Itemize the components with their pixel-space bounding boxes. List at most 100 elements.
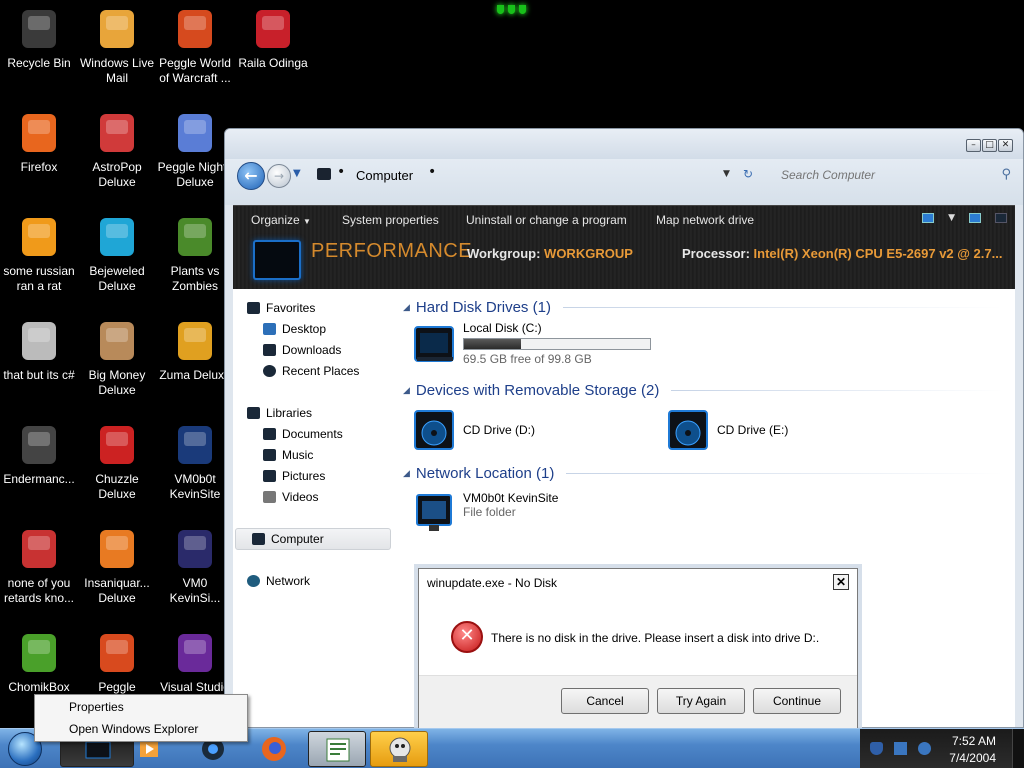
- desktop-icon-item[interactable]: Recycle Bin: [0, 6, 78, 71]
- documents-icon: [263, 428, 276, 440]
- nav-pictures[interactable]: Pictures: [263, 469, 325, 483]
- nav-favorites[interactable]: Favorites: [247, 301, 315, 315]
- window-caption[interactable]: [225, 129, 1023, 159]
- clock-date[interactable]: 7/4/2004: [946, 751, 996, 765]
- desktop-icon-item[interactable]: Insaniquar... Deluxe: [78, 526, 156, 606]
- firefox-icon[interactable]: [258, 731, 290, 767]
- nav-recent-places[interactable]: Recent Places: [263, 364, 359, 378]
- desktop-icon-item[interactable]: Visual Studio: [156, 630, 234, 695]
- show-desktop-button[interactable]: [1012, 729, 1024, 768]
- desktop-icon-item[interactable]: AstroPop Deluxe: [78, 110, 156, 190]
- desktop-icon: [263, 323, 276, 335]
- uninstall-program-button[interactable]: Uninstall or change a program: [466, 213, 627, 227]
- breadcrumb-separator-icon[interactable]: •: [428, 164, 436, 180]
- chevron-down-icon[interactable]: ▼: [948, 213, 955, 223]
- computer-icon: [252, 533, 265, 545]
- desktop-icon-label: Recycle Bin: [7, 56, 71, 70]
- desktop-icon-item[interactable]: Big Money Deluxe: [78, 318, 156, 398]
- change-view-icon[interactable]: [922, 213, 935, 223]
- clock-time[interactable]: 7:52 AM: [946, 734, 996, 748]
- peggle-nights-icon: [172, 110, 218, 156]
- desktop-icon-item[interactable]: that but its c#: [0, 318, 78, 383]
- minimize-icon[interactable]: –: [966, 139, 981, 152]
- nav-libraries[interactable]: Libraries: [247, 406, 312, 420]
- menu-item-properties[interactable]: Properties: [69, 700, 124, 714]
- nav-desktop[interactable]: Desktop: [263, 322, 326, 336]
- drive-local-disk-c[interactable]: Local Disk (C:) 69.5 GB free of 99.8 GB: [411, 321, 651, 367]
- desktop-icon-item[interactable]: Bejeweled Deluxe: [78, 214, 156, 294]
- security-shield-icon[interactable]: [870, 742, 883, 755]
- desktop-icon-item[interactable]: Plants vs Zombies: [156, 214, 234, 294]
- nav-label: Network: [266, 574, 311, 588]
- nav-documents[interactable]: Documents: [263, 427, 343, 441]
- menu-item-open-explorer[interactable]: Open Windows Explorer: [69, 722, 198, 736]
- search-icon[interactable]: ⚲: [1001, 167, 1011, 182]
- cancel-button[interactable]: Cancel: [561, 688, 649, 714]
- desktop-icon-item[interactable]: Endermanc...: [0, 422, 78, 487]
- nav-music[interactable]: Music: [263, 448, 313, 462]
- monitor-icon[interactable]: [894, 742, 907, 755]
- group-hard-disk-drives[interactable]: ◢ Hard Disk Drives (1): [403, 299, 1003, 316]
- nav-videos[interactable]: Videos: [263, 490, 318, 504]
- refresh-icon[interactable]: ↻: [743, 167, 753, 181]
- breadcrumb-computer[interactable]: Computer: [356, 168, 413, 183]
- search-input[interactable]: [771, 161, 1015, 189]
- computer-monitor-icon: [253, 240, 301, 280]
- drive-cd-d[interactable]: CD Drive (D:): [411, 407, 535, 453]
- recent-places-icon: [263, 365, 276, 377]
- computer-icon: [317, 168, 331, 180]
- processor-label: Processor:: [682, 246, 750, 261]
- help-icon[interactable]: [995, 213, 1007, 223]
- desktop-icon-label: VM0b0t KevinSite: [169, 472, 221, 501]
- processor-value: Intel(R) Xeon(R) CPU E5-2697 v2 @ 2.7...: [753, 246, 1003, 261]
- taskbar-winupdate-button[interactable]: [370, 731, 428, 767]
- collapse-arrow-icon[interactable]: ◢: [403, 302, 410, 313]
- desktop-icon-item[interactable]: Raila Odinga: [234, 6, 312, 71]
- group-network-location[interactable]: ◢ Network Location (1): [403, 465, 1003, 482]
- preview-pane-icon[interactable]: [969, 213, 981, 223]
- desktop-icon-item[interactable]: Chuzzle Deluxe: [78, 422, 156, 502]
- error-message: There is no disk in the drive. Please in…: [491, 631, 820, 645]
- search-box[interactable]: ⚲: [771, 161, 1015, 189]
- taskbar-document-button[interactable]: [308, 731, 366, 767]
- collapse-arrow-icon[interactable]: ◢: [403, 468, 410, 479]
- desktop-icon-label: Peggle World of Warcraft ...: [159, 56, 231, 85]
- network-location-item[interactable]: VM0b0t KevinSite File folder: [411, 491, 558, 537]
- group-removable-storage[interactable]: ◢ Devices with Removable Storage (2): [403, 382, 1003, 399]
- desktop-icon-item[interactable]: some russian ran a rat: [0, 214, 78, 294]
- organize-button[interactable]: Organize ▼: [251, 213, 311, 227]
- continue-button[interactable]: Continue: [753, 688, 841, 714]
- close-icon[interactable]: ✕: [833, 574, 849, 590]
- map-network-drive-button[interactable]: Map network drive: [656, 213, 754, 227]
- system-properties-button[interactable]: System properties: [342, 213, 439, 227]
- desktop-icon-item[interactable]: Windows Live Mail: [78, 6, 156, 86]
- visual-studio-icon: [172, 630, 218, 676]
- volume-icon[interactable]: [918, 742, 931, 755]
- recent-pages-dropdown-icon[interactable]: ▼: [293, 168, 301, 179]
- desktop-icon-item[interactable]: Peggle Nights Deluxe: [156, 110, 234, 190]
- nav-label: Desktop: [282, 322, 327, 336]
- back-button[interactable]: ←: [237, 162, 265, 190]
- error-dialog[interactable]: winupdate.exe - No Disk ✕ ✕ There is no …: [418, 568, 858, 730]
- window-controls: – □ ✕: [966, 139, 1013, 152]
- desktop-icon-item[interactable]: Firefox: [0, 110, 78, 175]
- desktop-icon-item[interactable]: ChomikBox: [0, 630, 78, 695]
- desktop-icon-item[interactable]: Zuma Deluxe: [156, 318, 234, 383]
- collapse-arrow-icon[interactable]: ◢: [403, 385, 410, 396]
- maximize-icon[interactable]: □: [982, 139, 997, 152]
- nav-network[interactable]: Network: [247, 574, 310, 588]
- nav-computer[interactable]: Computer: [235, 528, 391, 550]
- address-dropdown-icon[interactable]: ▼: [723, 169, 730, 179]
- desktop-icon-item[interactable]: none of you retards kno...: [0, 526, 78, 606]
- desktop-icon-item[interactable]: Peggle World of Warcraft ...: [156, 6, 234, 86]
- forward-button[interactable]: →: [267, 164, 291, 188]
- nav-downloads[interactable]: Downloads: [263, 343, 341, 357]
- desktop-icon-item[interactable]: VM0b0t KevinSite: [156, 422, 234, 502]
- close-icon[interactable]: ✕: [998, 139, 1013, 152]
- try-again-button[interactable]: Try Again: [657, 688, 745, 714]
- drive-cd-e[interactable]: CD Drive (E:): [665, 407, 788, 453]
- desktop-icon-item[interactable]: VM0 KevinSi...: [156, 526, 234, 606]
- nav-label: Favorites: [266, 301, 316, 315]
- breadcrumb-separator-icon[interactable]: •: [337, 164, 345, 180]
- desktop-icon-label: none of you retards kno...: [3, 576, 75, 605]
